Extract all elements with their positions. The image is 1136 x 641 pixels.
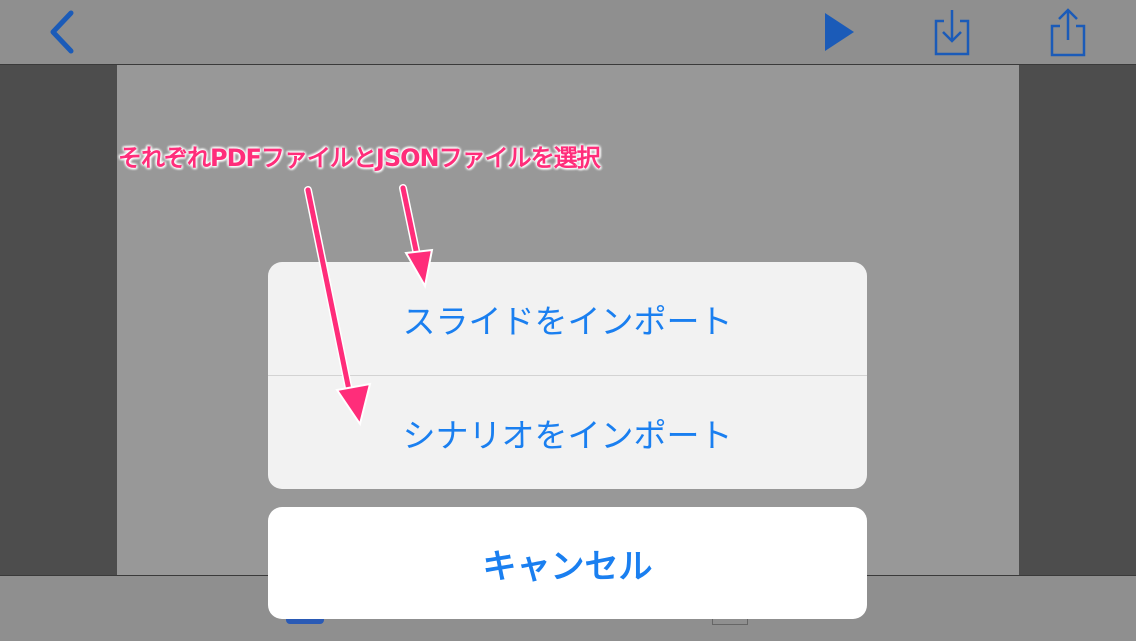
import-button[interactable] bbox=[926, 0, 978, 64]
cancel-button[interactable]: キャンセル bbox=[268, 507, 867, 619]
play-icon bbox=[825, 13, 854, 51]
import-slides-action[interactable]: スライドをインポート bbox=[268, 262, 867, 375]
import-scenario-action[interactable]: シナリオをインポート bbox=[268, 376, 867, 489]
annotation-text: それぞれPDFファイルとJSONファイルを選択 bbox=[118, 144, 601, 172]
content-margin-right bbox=[1019, 65, 1136, 575]
chevron-left-icon bbox=[50, 10, 74, 54]
tray-download-icon bbox=[934, 10, 970, 56]
back-button[interactable] bbox=[40, 0, 84, 64]
share-button[interactable] bbox=[1042, 0, 1094, 64]
share-icon bbox=[1050, 8, 1086, 57]
top-toolbar bbox=[0, 0, 1136, 65]
content-margin-left bbox=[0, 65, 117, 575]
play-button[interactable] bbox=[815, 0, 861, 64]
action-sheet: スライドをインポート シナリオをインポート bbox=[268, 262, 867, 489]
